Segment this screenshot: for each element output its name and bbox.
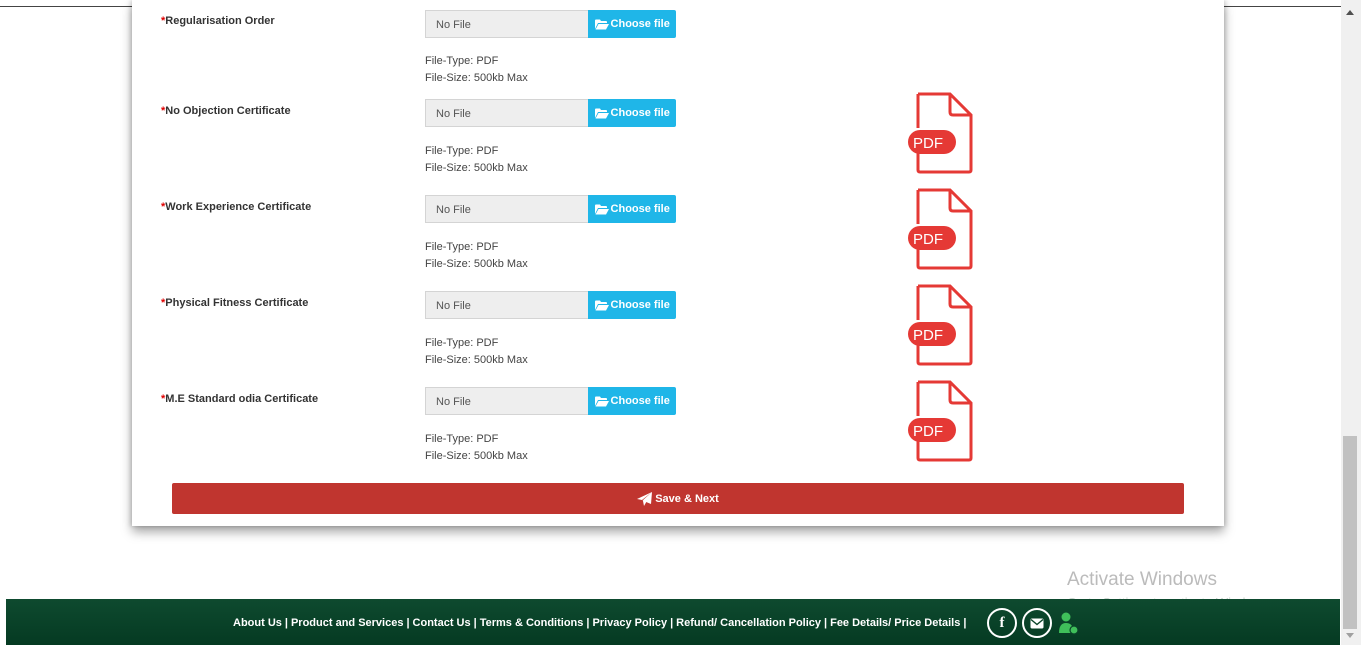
- folder-open-icon: [594, 204, 609, 214]
- pdf-badge-text: PDF: [913, 231, 943, 248]
- field-label-text: Physical Fitness Certificate: [165, 297, 309, 309]
- upload-row-me-standard-odia-certificate: *M.E Standard odia Certificate No File C…: [132, 380, 1224, 483]
- file-size-text: File-Size: 500kb Max: [425, 258, 528, 270]
- footer-link-about-us[interactable]: About Us: [233, 617, 282, 629]
- choose-file-button[interactable]: Choose file: [588, 195, 676, 223]
- choose-file-label: Choose file: [610, 107, 670, 119]
- file-size-text: File-Size: 500kb Max: [425, 72, 528, 84]
- footer-separator: |: [473, 617, 477, 629]
- footer-link-contact-us[interactable]: Contact Us: [413, 617, 471, 629]
- footer-link-privacy-policy[interactable]: Privacy Policy: [592, 617, 667, 629]
- pdf-file-icon[interactable]: PDF: [908, 380, 974, 462]
- upload-row-no-objection-certificate: *No Objection Certificate No File Choose…: [132, 92, 1224, 195]
- footer-separator: |: [670, 617, 674, 629]
- footer-links: About Us | Product and Services | Contact Us…: [233, 617, 969, 629]
- footer-separator: |: [284, 617, 288, 629]
- footer-link-terms-conditions[interactable]: Terms & Conditions: [480, 617, 584, 629]
- choose-file-button[interactable]: Choose file: [588, 387, 676, 415]
- footer-separator: |: [963, 617, 967, 629]
- folder-open-icon: [594, 108, 609, 118]
- vertical-scrollbar[interactable]: [1341, 0, 1361, 645]
- activate-windows-title: Activate Windows: [1067, 569, 1217, 590]
- site-footer: About Us | Product and Services | Contact Us…: [6, 599, 1340, 645]
- file-input-group[interactable]: No File Choose file: [425, 10, 676, 38]
- file-constraints: File-Type: PDF File-Size: 500kb Max: [425, 335, 528, 369]
- file-constraints: File-Type: PDF File-Size: 500kb Max: [425, 239, 528, 273]
- file-type-text: File-Type: PDF: [425, 145, 499, 157]
- file-type-text: File-Type: PDF: [425, 433, 499, 445]
- upload-row-physical-fitness-certificate: *Physical Fitness Certificate No File Ch…: [132, 284, 1224, 387]
- pdf-badge-text: PDF: [913, 135, 943, 152]
- footer-separator: |: [586, 617, 590, 629]
- upload-row-regularisation-order: *Regularisation Order No File Choose fil…: [132, 10, 1224, 105]
- save-next-button[interactable]: Save & Next: [172, 483, 1184, 514]
- pdf-file-icon[interactable]: PDF: [908, 284, 974, 366]
- field-label-text: No Objection Certificate: [165, 105, 291, 117]
- file-size-text: File-Size: 500kb Max: [425, 450, 528, 462]
- footer-separator: |: [406, 617, 410, 629]
- file-input-group[interactable]: No File Choose file: [425, 195, 676, 223]
- choose-file-label: Choose file: [610, 18, 670, 30]
- file-constraints: File-Type: PDF File-Size: 500kb Max: [425, 53, 528, 87]
- field-label: *M.E Standard odia Certificate: [161, 393, 318, 405]
- field-label-text: Regularisation Order: [165, 15, 275, 27]
- file-constraints: File-Type: PDF File-Size: 500kb Max: [425, 431, 528, 465]
- footer-separator: |: [824, 617, 828, 629]
- file-name-field[interactable]: No File: [425, 99, 589, 127]
- file-size-text: File-Size: 500kb Max: [425, 354, 528, 366]
- upload-form-card: *Regularisation Order No File Choose fil…: [132, 0, 1224, 526]
- field-label-text: M.E Standard odia Certificate: [165, 393, 319, 405]
- upload-row-work-experience-certificate: *Work Experience Certificate No File Cho…: [132, 188, 1224, 291]
- folder-open-icon: [594, 19, 609, 29]
- folder-open-icon: [594, 396, 609, 406]
- field-label: *Work Experience Certificate: [161, 201, 311, 213]
- file-size-text: File-Size: 500kb Max: [425, 162, 528, 174]
- footer-link-fee-details[interactable]: Fee Details/ Price Details: [830, 617, 960, 629]
- pdf-file-icon[interactable]: PDF: [908, 92, 974, 174]
- pdf-badge-text: PDF: [913, 423, 943, 440]
- file-name-field[interactable]: No File: [425, 387, 589, 415]
- scroll-down-arrow-icon[interactable]: [1346, 633, 1354, 638]
- choose-file-button[interactable]: Choose file: [588, 291, 676, 319]
- pdf-badge-text: PDF: [913, 327, 943, 344]
- pdf-file-icon[interactable]: PDF: [908, 188, 974, 270]
- user-icon[interactable]: [1059, 611, 1079, 640]
- choose-file-label: Choose file: [610, 299, 670, 311]
- footer-link-product-and-services[interactable]: Product and Services: [291, 617, 404, 629]
- mail-icon[interactable]: [1022, 608, 1052, 638]
- file-name-field[interactable]: No File: [425, 291, 589, 319]
- file-constraints: File-Type: PDF File-Size: 500kb Max: [425, 143, 528, 177]
- file-name-field[interactable]: No File: [425, 195, 589, 223]
- file-type-text: File-Type: PDF: [425, 241, 499, 253]
- choose-file-button[interactable]: Choose file: [588, 99, 676, 127]
- scroll-thumb[interactable]: [1343, 436, 1357, 629]
- field-label-text: Work Experience Certificate: [165, 201, 312, 213]
- field-label: *Physical Fitness Certificate: [161, 297, 308, 309]
- choose-file-button[interactable]: Choose file: [588, 10, 676, 38]
- choose-file-label: Choose file: [610, 395, 670, 407]
- file-type-text: File-Type: PDF: [425, 337, 499, 349]
- footer-link-refund-policy[interactable]: Refund/ Cancellation Policy: [676, 617, 821, 629]
- file-input-group[interactable]: No File Choose file: [425, 291, 676, 319]
- choose-file-label: Choose file: [610, 203, 670, 215]
- file-name-field[interactable]: No File: [425, 10, 589, 38]
- file-type-text: File-Type: PDF: [425, 55, 499, 67]
- save-next-label: Save & Next: [655, 492, 719, 505]
- file-input-group[interactable]: No File Choose file: [425, 99, 676, 127]
- send-icon: [637, 491, 653, 506]
- field-label: *No Objection Certificate: [161, 105, 291, 117]
- facebook-icon[interactable]: f: [987, 608, 1017, 638]
- file-input-group[interactable]: No File Choose file: [425, 387, 676, 415]
- scroll-up-arrow-icon[interactable]: [1346, 10, 1354, 15]
- field-label: *Regularisation Order: [161, 15, 275, 27]
- folder-open-icon: [594, 300, 609, 310]
